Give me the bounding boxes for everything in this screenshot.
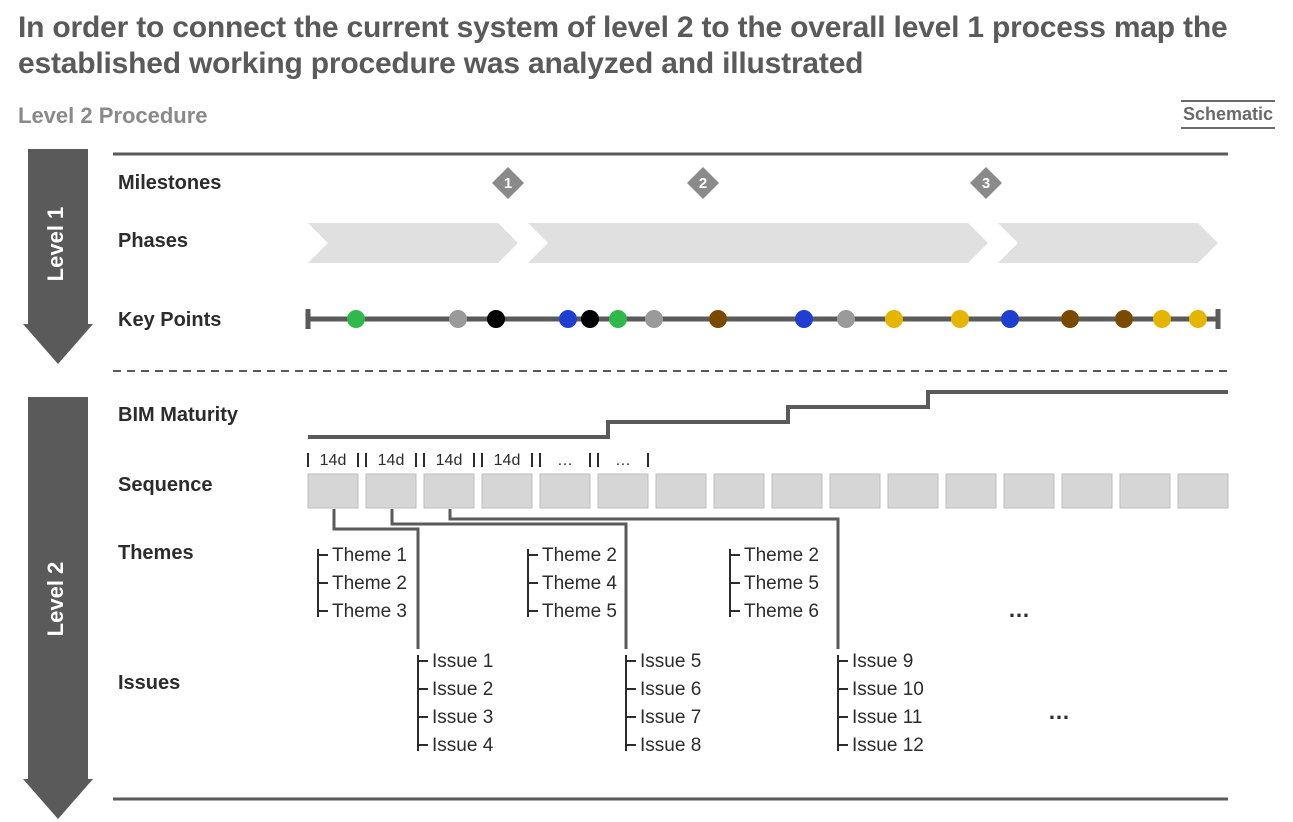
issue-item: Issue 2 <box>432 679 493 700</box>
keypoint-dot <box>885 310 903 328</box>
keypoint-dot <box>1189 310 1207 328</box>
sequence-cell <box>308 474 358 508</box>
label-bim: BIM Maturity <box>118 404 239 426</box>
sequence-cell <box>772 474 822 508</box>
page-subtitle: Level 2 Procedure <box>18 103 208 129</box>
keypoint-dot <box>487 310 505 328</box>
issue-item: Issue 3 <box>432 707 493 728</box>
sequence-cell <box>946 474 996 508</box>
sequence-cell <box>1062 474 1112 508</box>
issue-item: Issue 12 <box>852 735 924 756</box>
keypoint-dot <box>837 310 855 328</box>
keypoint-dot <box>581 310 599 328</box>
sequence-cell <box>540 474 590 508</box>
keypoints-track <box>308 309 1218 329</box>
theme-item: Theme 2 <box>744 545 819 566</box>
sequence-duration: 14d <box>320 452 347 469</box>
sequence-cell <box>1004 474 1054 508</box>
theme-item: Theme 2 <box>332 573 407 594</box>
issue-item: Issue 7 <box>640 707 701 728</box>
sequence-cell <box>714 474 764 508</box>
sequence-duration: … <box>557 452 573 469</box>
keypoint-dot <box>795 310 813 328</box>
bim-stepline <box>308 392 1228 437</box>
sequence-cell <box>482 474 532 508</box>
theme-item: Theme 3 <box>332 601 407 622</box>
label-keypoints: Key Points <box>118 309 221 331</box>
theme-item: Theme 5 <box>542 601 617 622</box>
keypoint-dot <box>1061 310 1079 328</box>
issue-item: Issue 5 <box>640 651 701 672</box>
keypoint-dot <box>1115 310 1133 328</box>
theme-item: Theme 6 <box>744 601 819 622</box>
issue-item: Issue 4 <box>432 735 494 756</box>
label-milestones: Milestones <box>118 172 221 194</box>
keypoint-dot <box>1153 310 1171 328</box>
sequence-duration: … <box>615 452 631 469</box>
keypoint-dot <box>559 310 577 328</box>
issue-item: Issue 1 <box>432 651 493 672</box>
keypoint-dot <box>709 310 727 328</box>
sequence-duration: 14d <box>494 452 521 469</box>
diagram-svg: Level 1 Level 2 Milestones Phases Key Po… <box>18 139 1275 819</box>
keypoint-dot <box>347 310 365 328</box>
sequence-cell <box>366 474 416 508</box>
sequence-cell <box>424 474 474 508</box>
issues-ellipsis: … <box>1048 699 1070 724</box>
level1-arrow: Level 1 <box>23 149 93 364</box>
theme-item: Theme 4 <box>542 573 617 594</box>
sequence-cell <box>598 474 648 508</box>
keypoint-dot <box>449 310 467 328</box>
sequence-cell <box>1178 474 1228 508</box>
sequence-cell <box>1120 474 1170 508</box>
issue-item: Issue 9 <box>852 651 913 672</box>
level2-arrow: Level 2 <box>23 397 93 819</box>
sequence-cell <box>830 474 880 508</box>
label-phases: Phases <box>118 230 188 252</box>
milestone-label: 2 <box>699 175 707 192</box>
issue-item: Issue 6 <box>640 679 701 700</box>
milestone-label: 3 <box>982 175 990 192</box>
theme-item: Theme 2 <box>542 545 617 566</box>
level1-arrow-label: Level 1 <box>43 207 68 282</box>
sequence-duration: 14d <box>436 452 463 469</box>
keypoint-dot <box>645 310 663 328</box>
theme-item: Theme 1 <box>332 545 407 566</box>
keypoint-dot <box>1001 310 1019 328</box>
keypoint-dot <box>951 310 969 328</box>
sequence-cell <box>888 474 938 508</box>
milestone-label: 1 <box>504 175 512 192</box>
issue-item: Issue 11 <box>852 707 922 728</box>
keypoint-dot <box>609 310 627 328</box>
themes-ellipsis: … <box>1008 597 1030 622</box>
page-title: In order to connect the current system o… <box>18 10 1275 82</box>
phase-arrows <box>308 223 1218 263</box>
issue-item: Issue 10 <box>852 679 924 700</box>
sequence-duration: 14d <box>378 452 405 469</box>
label-themes: Themes <box>118 542 194 564</box>
label-issues: Issues <box>118 672 180 694</box>
schematic-label: Schematic <box>1181 100 1275 129</box>
sequence-cell <box>656 474 706 508</box>
label-sequence: Sequence <box>118 474 212 496</box>
theme-item: Theme 5 <box>744 573 819 594</box>
level2-arrow-label: Level 2 <box>43 562 68 637</box>
issue-item: Issue 8 <box>640 735 701 756</box>
